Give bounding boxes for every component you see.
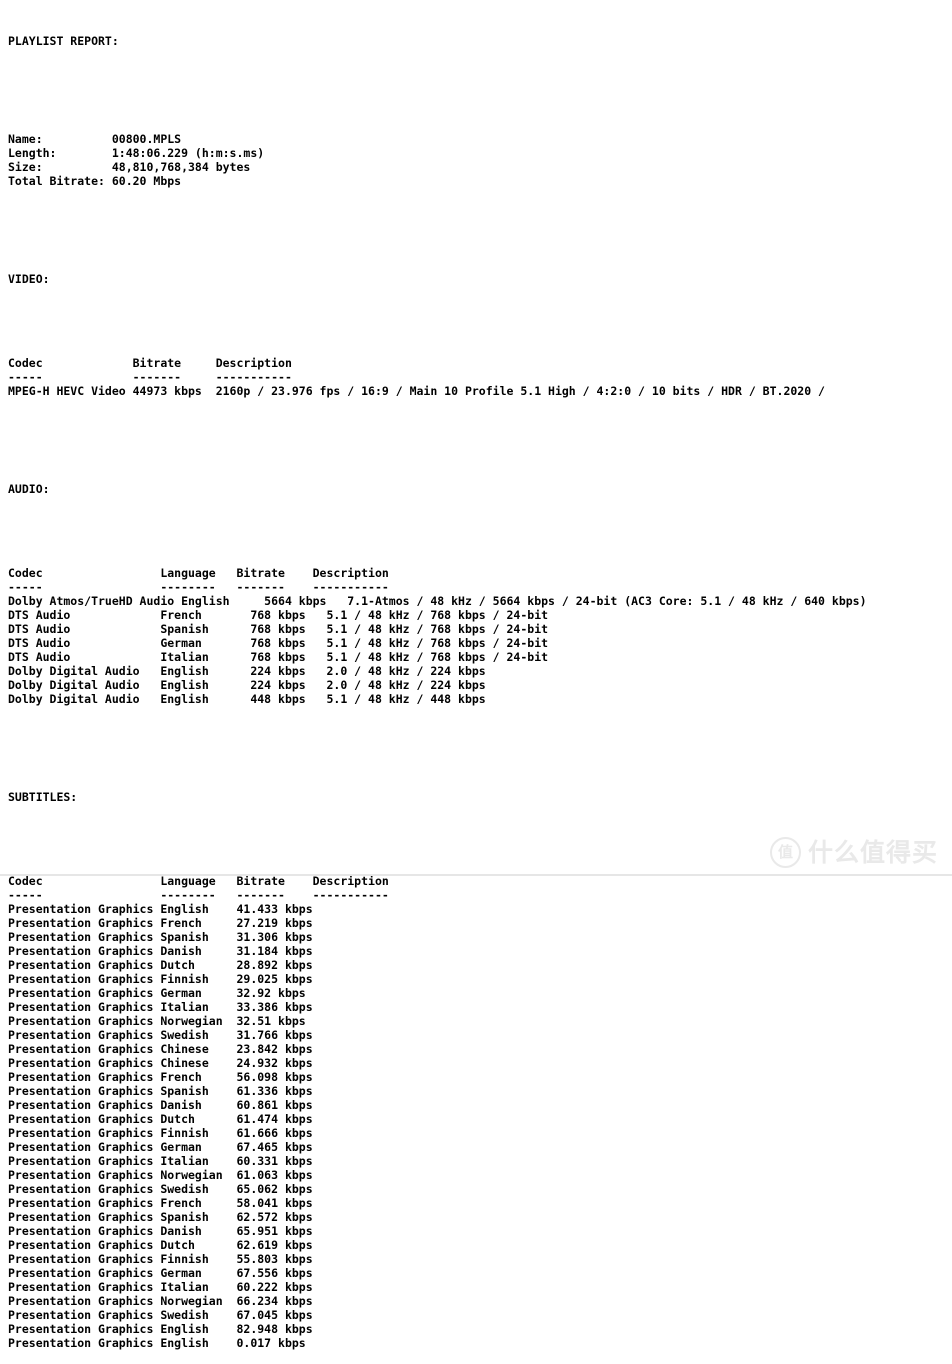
table-row: Presentation Graphics French 56.098 kbps [8, 1070, 334, 1084]
summary-row: Length: 1:48:06.229 (h:m:s.ms) [8, 146, 265, 160]
table-row: Presentation Graphics Danish 65.951 kbps [8, 1224, 334, 1238]
audio-table: Codec Language Bitrate Description ----- … [8, 566, 952, 706]
summary-block: Name: 00800.MPLS Length: 1:48:06.229 (h:m… [8, 132, 952, 188]
table-row: Presentation Graphics Italian 33.386 kbp… [8, 1000, 334, 1014]
table-row: Presentation Graphics Danish 31.184 kbps [8, 944, 334, 958]
table-row: Presentation Graphics Italian 60.331 kbp… [8, 1154, 334, 1168]
table-row: Presentation Graphics Norwegian 61.063 k… [8, 1168, 334, 1182]
table-row: Presentation Graphics Chinese 23.842 kbp… [8, 1042, 334, 1056]
table-row: Presentation Graphics Dutch 28.892 kbps [8, 958, 334, 972]
summary-row: Total Bitrate: 60.20 Mbps [8, 174, 182, 188]
audio-section-title: AUDIO: [8, 482, 50, 496]
playlist-report: PLAYLIST REPORT: Name: 00800.MPLS Length:… [8, 6, 952, 1364]
table-row: Presentation Graphics Spanish 61.336 kbp… [8, 1084, 334, 1098]
table-row: DTS Audio French 768 kbps 5.1 / 48 kHz /… [8, 608, 549, 622]
table-row: Presentation Graphics Dutch 61.474 kbps [8, 1112, 334, 1126]
table-row: Dolby Digital Audio English 448 kbps 5.1… [8, 692, 486, 706]
report-title: PLAYLIST REPORT: [8, 34, 119, 48]
table-row: Presentation Graphics Swedish 31.766 kbp… [8, 1028, 334, 1042]
subtitles-section-title: SUBTITLES: [8, 790, 78, 804]
table-row: DTS Audio Spanish 768 kbps 5.1 / 48 kHz … [8, 622, 549, 636]
table-row: Presentation Graphics Danish 60.861 kbps [8, 1098, 334, 1112]
table-row: Presentation Graphics Spanish 31.306 kbp… [8, 930, 334, 944]
table-row: Presentation Graphics Finnish 61.666 kbp… [8, 1126, 334, 1140]
table-rule-row: ----- -------- ------- ----------- [8, 888, 389, 902]
table-row: Presentation Graphics Swedish 65.062 kbp… [8, 1182, 334, 1196]
table-row: Presentation Graphics Dutch 62.619 kbps [8, 1238, 334, 1252]
table-row: Presentation Graphics Italian 60.222 kbp… [8, 1280, 334, 1294]
table-header-row: Codec Bitrate Description [8, 356, 292, 370]
table-row: Presentation Graphics Norwegian 32.51 kb… [8, 1014, 327, 1028]
table-header-row: Codec Language Bitrate Description [8, 874, 389, 888]
table-row: Presentation Graphics German 67.465 kbps [8, 1140, 334, 1154]
table-row: Dolby Atmos/TrueHD Audio English 5664 kb… [8, 594, 867, 608]
table-row: Presentation Graphics Finnish 55.803 kbp… [8, 1252, 334, 1266]
table-header-row: Codec Language Bitrate Description [8, 566, 389, 580]
table-rule-row: ----- -------- ------- ----------- [8, 580, 389, 594]
table-row: Presentation Graphics French 58.041 kbps [8, 1196, 334, 1210]
table-row: DTS Audio Italian 768 kbps 5.1 / 48 kHz … [8, 650, 549, 664]
table-row: Presentation Graphics English 41.433 kbp… [8, 902, 334, 916]
table-row: Presentation Graphics Finnish 29.025 kbp… [8, 972, 334, 986]
table-row: Dolby Digital Audio English 224 kbps 2.0… [8, 678, 486, 692]
summary-row: Size: 48,810,768,384 bytes [8, 160, 251, 174]
video-section-title: VIDEO: [8, 272, 50, 286]
table-row: Presentation Graphics German 67.556 kbps [8, 1266, 334, 1280]
table-row: Presentation Graphics Norwegian 66.234 k… [8, 1294, 334, 1308]
table-row: Presentation Graphics French 27.219 kbps [8, 916, 334, 930]
table-row: MPEG-H HEVC Video 44973 kbps 2160p / 23.… [8, 384, 825, 398]
table-row: DTS Audio German 768 kbps 5.1 / 48 kHz /… [8, 636, 549, 650]
table-row: Dolby Digital Audio English 224 kbps 2.0… [8, 664, 486, 678]
subtitles-table: Codec Language Bitrate Description ----- … [8, 874, 952, 1350]
table-row: Presentation Graphics Spanish 62.572 kbp… [8, 1210, 334, 1224]
video-table: Codec Bitrate Description ----- ------- -… [8, 356, 952, 398]
summary-row: Name: 00800.MPLS [8, 132, 182, 146]
table-row: Presentation Graphics English 82.948 kbp… [8, 1322, 334, 1336]
table-rule-row: ----- ------- ----------- [8, 370, 292, 384]
table-row: Presentation Graphics Chinese 24.932 kbp… [8, 1056, 334, 1070]
table-row: Presentation Graphics German 32.92 kbps [8, 986, 327, 1000]
table-row: Presentation Graphics English 0.017 kbps [8, 1336, 327, 1350]
table-row: Presentation Graphics Swedish 67.045 kbp… [8, 1308, 334, 1322]
